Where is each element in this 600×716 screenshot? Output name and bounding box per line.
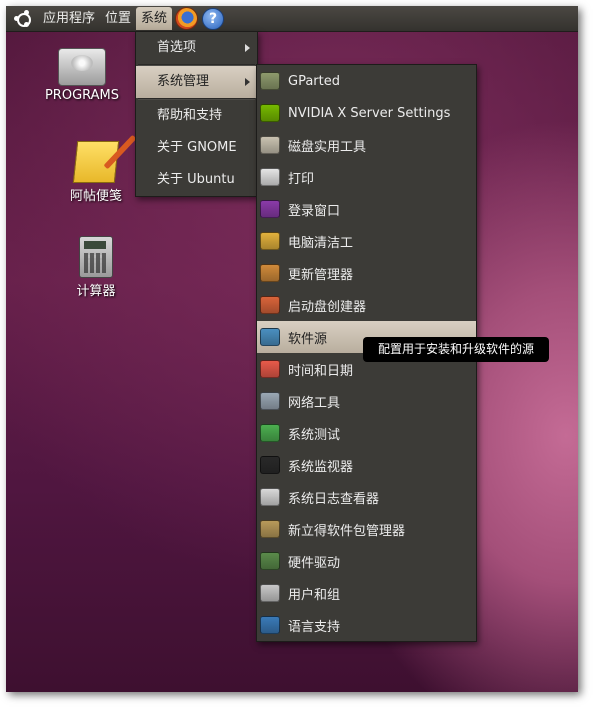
menu-item-label: 启动盘创建器 [288, 299, 367, 315]
hardware-drivers-icon [260, 552, 280, 570]
desktop-icon-label: 计算器 [76, 284, 116, 299]
system-menu[interactable]: 系统 [136, 7, 173, 30]
desktop-icon-programs[interactable]: PROGRAMS [34, 48, 130, 103]
menu-item-startup-disk[interactable]: 启动盘创建器 [257, 289, 476, 321]
menu-item-gparted[interactable]: GParted [257, 65, 476, 97]
menu-item-label: 时间和日期 [288, 363, 354, 379]
applications-menu[interactable]: 应用程序 [38, 7, 100, 30]
menu-item-label: 首选项 [157, 40, 197, 55]
users-groups-icon [260, 584, 280, 602]
menu-item-label: 打印 [288, 171, 315, 187]
menu-item-synaptic[interactable]: 新立得软件包管理器 [257, 513, 476, 545]
menu-item-language-support[interactable]: 语言支持 [257, 609, 476, 641]
help-icon[interactable]: ? [202, 7, 225, 30]
menu-item-label: GParted [288, 73, 340, 89]
menu-item-label: 系统管理 [157, 74, 210, 89]
desktop-icon-label: PROGRAMS [44, 88, 120, 103]
menu-item-label: 电脑清洁工 [288, 235, 354, 251]
menu-item-disk-utility[interactable]: 磁盘实用工具 [257, 129, 476, 161]
menu-item-label: 磁盘实用工具 [288, 139, 367, 155]
menu-item-label: 软件源 [288, 331, 328, 347]
menu-item-broom[interactable]: 电脑清洁工 [257, 225, 476, 257]
login-window-icon [260, 200, 280, 218]
menu-item-label: 系统日志查看器 [288, 491, 380, 507]
synaptic-icon [260, 520, 280, 538]
menu-item-network-tools[interactable]: 网络工具 [257, 385, 476, 417]
printer-icon [260, 168, 280, 186]
menu-item-login-window[interactable]: 登录窗口 [257, 193, 476, 225]
notepad-icon [72, 141, 120, 183]
menu-item-log-viewer[interactable]: 系统日志查看器 [257, 481, 476, 513]
gparted-icon [260, 72, 280, 90]
system-monitor-icon [260, 456, 280, 474]
startup-disk-icon [260, 296, 280, 314]
desktop-icon-label: 阿帖便笺 [69, 189, 122, 204]
menu-item-label: 登录窗口 [288, 203, 341, 219]
submenu-arrow-icon [245, 44, 250, 52]
disk-utility-icon [260, 136, 280, 154]
tooltip: 配置用于安装和升级软件的源 [363, 337, 549, 362]
ubuntu-logo-icon[interactable] [14, 9, 32, 28]
menu-item-users-groups[interactable]: 用户和组 [257, 577, 476, 609]
update-manager-icon [260, 264, 280, 282]
system-testing-icon [260, 424, 280, 442]
menu-item-system-testing[interactable]: 系统测试 [257, 417, 476, 449]
menu-item-administration[interactable]: 系统管理 [136, 66, 257, 98]
menu-item-update-manager[interactable]: 更新管理器 [257, 257, 476, 289]
menu-item-about-ubuntu[interactable]: 关于 Ubuntu [136, 164, 257, 196]
broom-icon [260, 232, 280, 250]
menu-item-label: 网络工具 [288, 395, 341, 411]
desktop-screenshot: 应用程序 位置 系统 ? PROGRAMS 阿帖便笺 计算器 首选项 系统管理 … [6, 6, 578, 692]
menu-item-label: 系统测试 [288, 427, 341, 443]
desktop-icon-calculator[interactable]: 计算器 [48, 236, 144, 299]
log-viewer-icon [260, 488, 280, 506]
menu-item-label: 帮助和支持 [157, 108, 223, 123]
menu-item-printer[interactable]: 打印 [257, 161, 476, 193]
network-tools-icon [260, 392, 280, 410]
menu-item-system-monitor[interactable]: 系统监视器 [257, 449, 476, 481]
desktop-icon-notes[interactable]: 阿帖便笺 [48, 141, 144, 204]
top-panel: 应用程序 位置 系统 ? [6, 6, 578, 32]
menu-item-label: 关于 GNOME [157, 140, 237, 155]
nvidia-icon [260, 104, 280, 122]
system-dropdown-menu: 首选项 系统管理 帮助和支持 关于 GNOME 关于 Ubuntu [135, 31, 258, 197]
menu-item-nvidia[interactable]: NVIDIA X Server Settings [257, 97, 476, 129]
calculator-icon [79, 236, 113, 278]
menu-item-label: 硬件驱动 [288, 555, 341, 571]
submenu-arrow-icon [245, 78, 250, 86]
menu-item-about-gnome[interactable]: 关于 GNOME [136, 132, 257, 164]
menu-item-label: 关于 Ubuntu [157, 172, 235, 187]
software-sources-icon [260, 328, 280, 346]
places-menu[interactable]: 位置 [100, 7, 136, 30]
menu-item-hardware-drivers[interactable]: 硬件驱动 [257, 545, 476, 577]
menu-item-preferences[interactable]: 首选项 [136, 32, 257, 64]
menu-item-label: 更新管理器 [288, 267, 354, 283]
menu-item-label: 新立得软件包管理器 [288, 523, 406, 539]
language-support-icon [260, 616, 280, 634]
hard-drive-icon [58, 48, 106, 86]
menu-item-label: 系统监视器 [288, 459, 354, 475]
firefox-icon[interactable] [175, 7, 199, 30]
calendar-icon [260, 360, 280, 378]
menu-item-label: 用户和组 [288, 587, 341, 603]
menu-item-label: 语言支持 [288, 619, 341, 635]
menu-item-label: NVIDIA X Server Settings [288, 105, 451, 121]
menu-item-help[interactable]: 帮助和支持 [136, 100, 257, 132]
